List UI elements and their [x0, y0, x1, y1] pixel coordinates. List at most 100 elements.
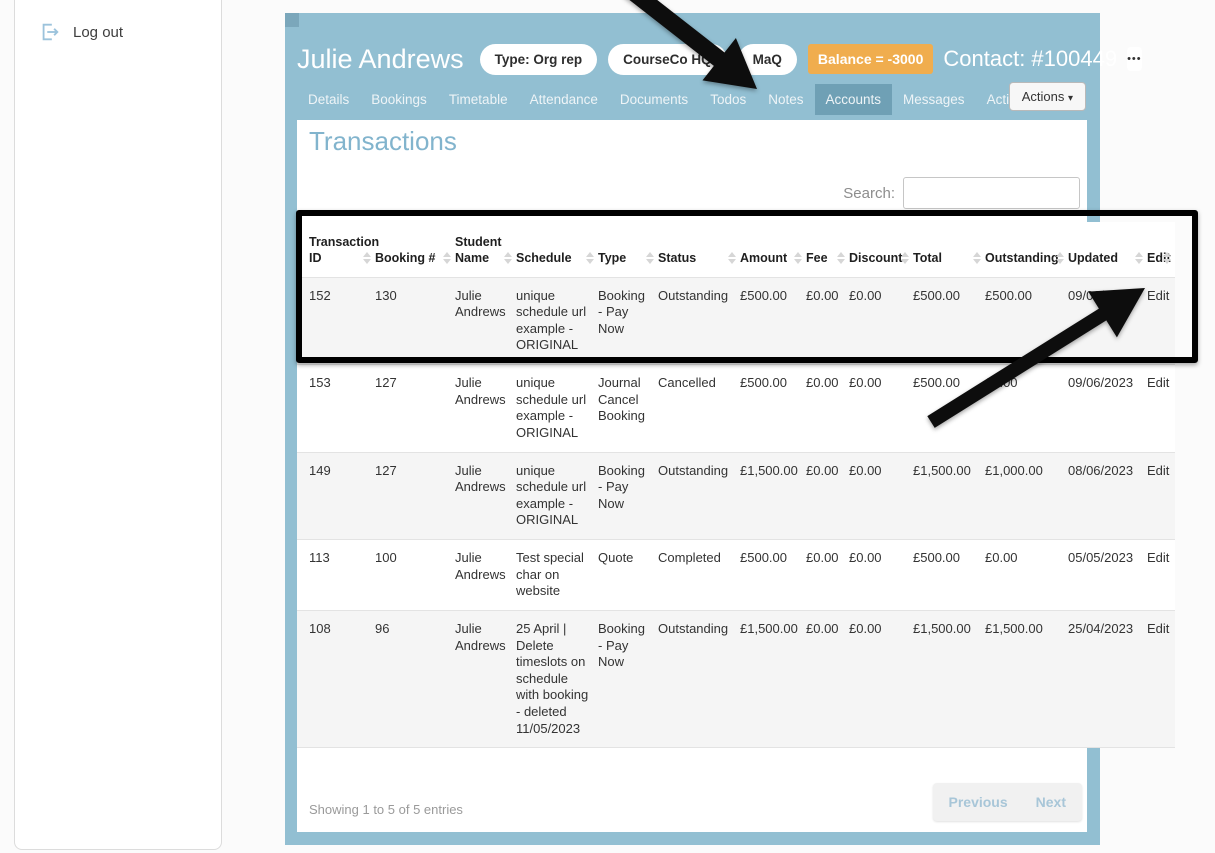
tab-bar: DetailsBookingsTimetableAttendanceDocume…: [297, 84, 1051, 115]
cell-schedule: unique schedule url example - ORIGINAL: [516, 452, 598, 540]
cell-fee: £0.00: [806, 540, 849, 611]
cell-schedule: 25 April | Delete timeslots on schedule …: [516, 610, 598, 747]
cell-booking: 96: [375, 610, 455, 747]
edit-link[interactable]: Edit: [1147, 540, 1175, 611]
tab-documents[interactable]: Documents: [609, 84, 699, 115]
cell-updated: 25/04/2023: [1068, 610, 1147, 747]
sort-arrows-icon: [837, 252, 845, 264]
column-label: Amount: [740, 251, 787, 265]
table-row: 153127Julie Andrewsunique schedule url e…: [297, 365, 1175, 453]
tab-messages[interactable]: Messages: [892, 84, 976, 115]
cell-outstanding: £500.00: [985, 277, 1068, 365]
column-header-booking[interactable]: Booking #: [375, 222, 455, 277]
person-name: Julie Andrews: [297, 44, 464, 75]
cell-fee: £0.00: [806, 365, 849, 453]
column-label: Discount: [849, 251, 902, 265]
type-badge: Type: Org rep: [480, 44, 598, 75]
sort-arrows-icon: [1135, 252, 1143, 264]
cell-transaction-id: 152: [297, 277, 375, 365]
column-header-transaction-id[interactable]: Transaction ID: [297, 222, 375, 277]
tab-details[interactable]: Details: [297, 84, 360, 115]
location-badge: Ma Q: [738, 44, 797, 75]
cell-discount: £0.00: [849, 610, 913, 747]
cell-total: £500.00: [913, 277, 985, 365]
cell-booking: 100: [375, 540, 455, 611]
cell-student-name: Julie Andrews: [455, 277, 516, 365]
balance-badge: Balance = -3000: [808, 44, 933, 74]
cell-type: Booking - Pay Now: [598, 452, 658, 540]
edit-link[interactable]: Edit: [1147, 365, 1175, 453]
column-label: Student Name: [455, 235, 502, 265]
logout-label: Log out: [73, 24, 123, 41]
cell-type: Quote: [598, 540, 658, 611]
transactions-table: Transaction IDBooking # Student Name Sched…: [297, 222, 1175, 748]
cell-discount: £0.00: [849, 365, 913, 453]
cell-discount: £0.00: [849, 452, 913, 540]
column-header-edit[interactable]: Edit: [1147, 222, 1175, 277]
tab-timetable[interactable]: Timetable: [438, 84, 519, 115]
cell-booking: 127: [375, 365, 455, 453]
column-header-schedule[interactable]: Schedule: [516, 222, 598, 277]
cell-student-name: Julie Andrews: [455, 610, 516, 747]
page: Log out Julie Andrews Type: Org rep Cour…: [0, 0, 1215, 853]
location-badge-left: Ma: [753, 52, 772, 67]
sort-arrows-icon: [646, 252, 654, 264]
column-header-type[interactable]: Type: [598, 222, 658, 277]
page-title: Transactions: [309, 126, 457, 157]
column-label: Fee: [806, 251, 828, 265]
cell-type: Booking - Pay Now: [598, 610, 658, 747]
table-row: 113100Julie AndrewsTest special char on …: [297, 540, 1175, 611]
tab-attendance[interactable]: Attendance: [519, 84, 609, 115]
cell-transaction-id: 149: [297, 452, 375, 540]
column-header-outstanding[interactable]: Outstanding: [985, 222, 1068, 277]
cell-type: Journal Cancel Booking: [598, 365, 658, 453]
cell-fee: £0.00: [806, 610, 849, 747]
cell-transaction-id: 108: [297, 610, 375, 747]
next-button[interactable]: Next: [1036, 794, 1066, 810]
cell-student-name: Julie Andrews: [455, 452, 516, 540]
previous-button[interactable]: Previous: [949, 794, 1008, 810]
table-header-row: Transaction IDBooking # Student Name Sched…: [297, 222, 1175, 277]
chevron-down-icon: ▾: [1068, 93, 1073, 104]
contact-id: Contact: #100449: [943, 46, 1117, 72]
column-header-status[interactable]: Status: [658, 222, 740, 277]
cell-discount: £0.00: [849, 277, 913, 365]
cell-transaction-id: 153: [297, 365, 375, 453]
pagination: Previous Next: [933, 783, 1083, 821]
cell-updated: 09/06/2023: [1068, 365, 1147, 453]
edit-link[interactable]: Edit: [1147, 452, 1175, 540]
tab-notes[interactable]: Notes: [757, 84, 814, 115]
cell-amount: £500.00: [740, 277, 806, 365]
edit-link[interactable]: Edit: [1147, 610, 1175, 747]
actions-button[interactable]: Actions ▾: [1009, 82, 1086, 111]
org-badge: CourseCo HQ: [608, 44, 727, 75]
sidebar-item-logout[interactable]: Log out: [39, 21, 123, 43]
cell-outstanding: £0.00: [985, 365, 1068, 453]
sort-arrows-icon: [443, 252, 451, 264]
column-header-amount[interactable]: Amount: [740, 222, 806, 277]
column-header-fee[interactable]: Fee: [806, 222, 849, 277]
sort-arrows-icon: [728, 252, 736, 264]
edit-link[interactable]: Edit: [1147, 277, 1175, 365]
tab-todos[interactable]: Todos: [699, 84, 757, 115]
column-label: Outstanding: [985, 251, 1059, 265]
column-header-total[interactable]: Total: [913, 222, 985, 277]
more-options-button[interactable]: •••: [1127, 47, 1142, 71]
column-header-student-name[interactable]: Student Name: [455, 222, 516, 277]
cell-discount: £0.00: [849, 540, 913, 611]
search-row: Search:: [843, 177, 1080, 209]
cell-fee: £0.00: [806, 277, 849, 365]
location-badge-right: Q: [771, 52, 782, 67]
tab-bookings[interactable]: Bookings: [360, 84, 438, 115]
cell-total: £1,500.00: [913, 610, 985, 747]
sort-arrows-icon: [1056, 252, 1064, 264]
tab-accounts[interactable]: Accounts: [815, 84, 893, 115]
column-header-updated[interactable]: Updated: [1068, 222, 1147, 277]
column-header-discount[interactable]: Discount: [849, 222, 913, 277]
search-input[interactable]: [903, 177, 1080, 209]
column-label: Booking #: [375, 251, 435, 265]
corner-notch: [285, 13, 299, 27]
cell-updated: 05/05/2023: [1068, 540, 1147, 611]
cell-amount: £500.00: [740, 540, 806, 611]
cell-amount: £1,500.00: [740, 452, 806, 540]
